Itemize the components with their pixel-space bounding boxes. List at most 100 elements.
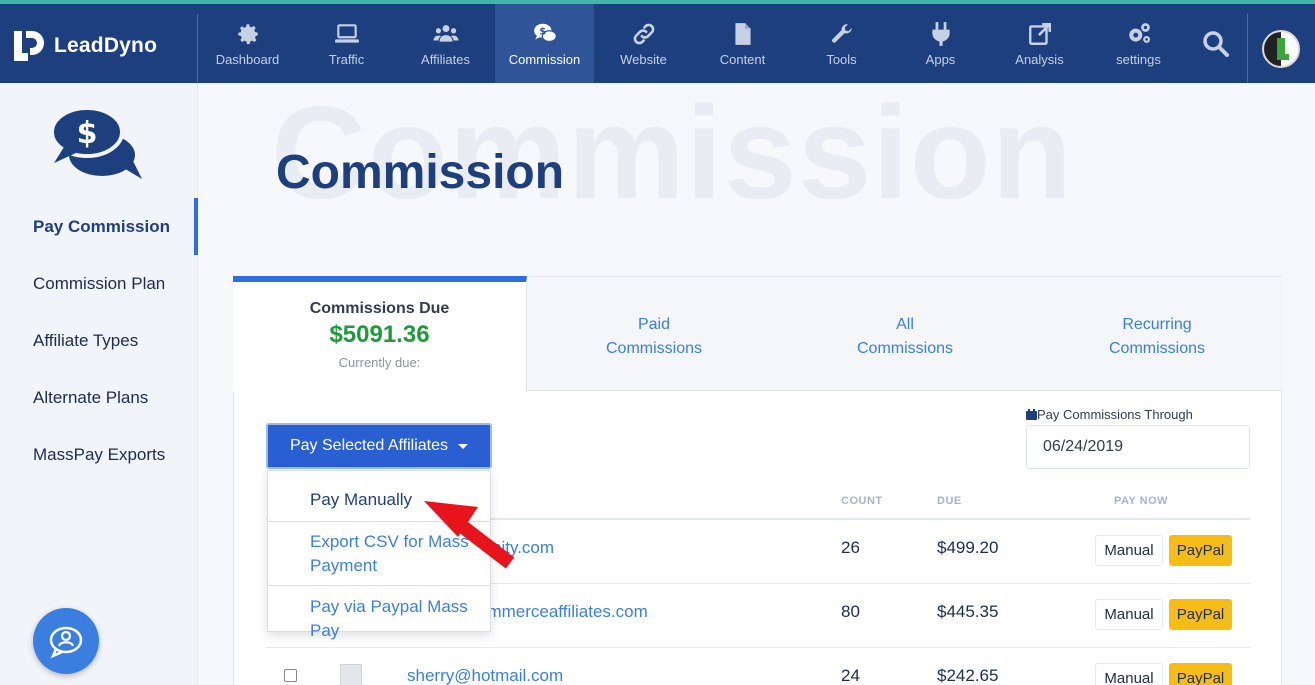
- pay-selected-affiliates-button[interactable]: Pay Selected Affiliates: [266, 423, 492, 469]
- sidebar-item-masspay-exports[interactable]: MassPay Exports: [33, 445, 165, 465]
- nav-apps[interactable]: Apps: [891, 4, 990, 83]
- pay-through-date-input[interactable]: 06/24/2019: [1026, 425, 1250, 469]
- commission-chat-icon: $: [533, 23, 557, 42]
- tab-recurring-commissions[interactable]: Recurring Commissions: [1057, 313, 1257, 361]
- external-link-icon: [1028, 22, 1051, 45]
- brand[interactable]: LeadDyno: [12, 28, 157, 64]
- nav-tools[interactable]: Tools: [792, 4, 891, 83]
- sidebar-item-affiliate-types[interactable]: Affiliate Types: [33, 331, 138, 351]
- tab-label: Commissions: [856, 340, 953, 357]
- page-title: Commission: [276, 146, 565, 199]
- tab-label: Recurring: [1122, 316, 1192, 333]
- top-navigation-bar: LeadDyno Dashboard Traffic Affiliates $ …: [0, 0, 1315, 83]
- plug-icon: [931, 21, 950, 46]
- caret-down-icon: [458, 443, 469, 449]
- pay-through-label: Pay Commissions Through: [1026, 407, 1193, 422]
- pay-manual-button[interactable]: Manual: [1095, 599, 1163, 630]
- row-due: $445.35: [937, 602, 999, 621]
- dropdown-item-paypal-mass-pay[interactable]: Pay via Paypal Mass Pay: [310, 595, 468, 643]
- nav-label: Content: [719, 51, 766, 67]
- user-avatar-icon: [1264, 32, 1289, 66]
- commission-tabs: Commissions Due $5091.36 Currently due: …: [233, 276, 1283, 391]
- nav-label: Tools: [826, 51, 857, 67]
- dropdown-item-pay-manually[interactable]: Pay Manually: [310, 488, 412, 512]
- pay-paypal-button[interactable]: PayPal: [1169, 663, 1232, 685]
- dropdown-item-export-csv[interactable]: Export CSV for Mass Payment: [310, 530, 469, 578]
- nav-analysis[interactable]: Analysis: [990, 4, 1089, 83]
- pay-manual-button[interactable]: Manual: [1095, 535, 1163, 566]
- column-header-pay-now: PAY NOW: [1114, 495, 1169, 507]
- tab-label: Commissions: [605, 340, 702, 357]
- row-due: $499.20: [937, 538, 999, 557]
- nav-settings[interactable]: settings: [1089, 4, 1188, 83]
- svg-text:$: $: [539, 26, 546, 37]
- sidebar-item-pay-commission[interactable]: Pay Commission: [33, 217, 170, 237]
- nav-traffic[interactable]: Traffic: [297, 4, 396, 83]
- tab-paid-commissions[interactable]: Paid Commissions: [554, 313, 754, 361]
- row-due: $242.65: [937, 666, 999, 685]
- nav-label: Analysis: [1015, 51, 1064, 67]
- dropdown-item-label: Payment: [310, 556, 378, 575]
- sidebar-item-commission-plan[interactable]: Commission Plan: [33, 274, 165, 294]
- pay-through-label-text: Pay Commissions Through: [1037, 407, 1193, 422]
- main-nav: Dashboard Traffic Affiliates $ Commissio…: [198, 4, 1188, 83]
- file-icon: [734, 22, 751, 45]
- commission-card: Commissions Due $5091.36 Currently due: …: [233, 276, 1283, 685]
- support-chat-button[interactable]: [33, 608, 99, 674]
- tab-commissions-due[interactable]: Commissions Due $5091.36 Currently due:: [233, 276, 527, 391]
- affiliate-avatar: [340, 664, 362, 685]
- pay-paypal-button[interactable]: PayPal: [1169, 599, 1232, 630]
- affiliate-email-link[interactable]: sherry@hotmail.com: [407, 666, 563, 685]
- gear-icon: [237, 23, 258, 44]
- dropdown-divider: [268, 585, 490, 586]
- nav-label: Website: [620, 51, 667, 67]
- nav-label: Dashboard: [215, 51, 280, 67]
- row-count: 24: [841, 666, 860, 685]
- nav-divider: [1247, 14, 1248, 82]
- laptop-icon: [334, 23, 359, 43]
- nav-label: Traffic: [328, 51, 365, 67]
- link-icon: [633, 23, 654, 44]
- tab-label: All: [896, 316, 914, 333]
- row-count: 80: [841, 602, 860, 621]
- nav-label: Commission: [508, 51, 581, 67]
- nav-label: Affiliates: [421, 51, 470, 67]
- dropdown-divider: [268, 521, 490, 522]
- nav-dashboard[interactable]: Dashboard: [198, 4, 297, 83]
- user-avatar[interactable]: [1262, 30, 1300, 68]
- nav-label: settings: [1116, 51, 1161, 67]
- brand-name: LeadDyno: [54, 34, 158, 57]
- nav-affiliates[interactable]: Affiliates: [396, 4, 495, 83]
- row-select-checkbox[interactable]: [284, 669, 297, 682]
- gears-icon: [1128, 22, 1150, 43]
- nav-label: Apps: [925, 51, 956, 67]
- pay-button-label: Pay Selected Affiliates: [289, 437, 449, 454]
- support-chat-icon: [49, 626, 83, 659]
- tab-all-commissions[interactable]: All Commissions: [805, 313, 1005, 361]
- commissions-due-amount: $5091.36: [329, 321, 430, 348]
- leaddyno-logo-icon: [14, 31, 44, 61]
- sidebar-item-alternate-plans[interactable]: Alternate Plans: [33, 388, 148, 408]
- pay-manual-button[interactable]: Manual: [1095, 663, 1163, 685]
- search-icon[interactable]: [1200, 28, 1232, 60]
- commissions-due-sub: Currently due:: [338, 355, 421, 370]
- tab-label: Paid: [637, 316, 671, 333]
- affiliate-email-link[interactable]: nity.com: [492, 538, 554, 558]
- main-content: Commission Commission Commissions Due $5…: [199, 83, 1315, 685]
- dropdown-item-label: Pay via Paypal Mass: [310, 597, 468, 616]
- nav-content[interactable]: Content: [693, 4, 792, 83]
- pay-paypal-button[interactable]: PayPal: [1169, 535, 1232, 566]
- column-header-due: DUE: [937, 495, 962, 507]
- sidebar: $ Pay Commission Commission Plan Affilia…: [0, 83, 198, 685]
- commission-chat-icon: $: [50, 106, 142, 179]
- dropdown-item-label: Pay: [310, 621, 340, 640]
- nav-commission[interactable]: $ Commission: [495, 4, 594, 83]
- affiliate-email-link[interactable]: ommerceaffiliates.com: [478, 602, 648, 622]
- dropdown-item-label: Pay Manually: [310, 490, 413, 509]
- row-divider: [266, 647, 1250, 648]
- svg-text:$: $: [77, 116, 98, 151]
- pay-options-dropdown: Pay Manually Export CSV for Mass Payment…: [267, 470, 491, 640]
- nav-website[interactable]: Website: [594, 4, 693, 83]
- row-count: 26: [841, 538, 860, 557]
- wrench-icon: [831, 23, 852, 43]
